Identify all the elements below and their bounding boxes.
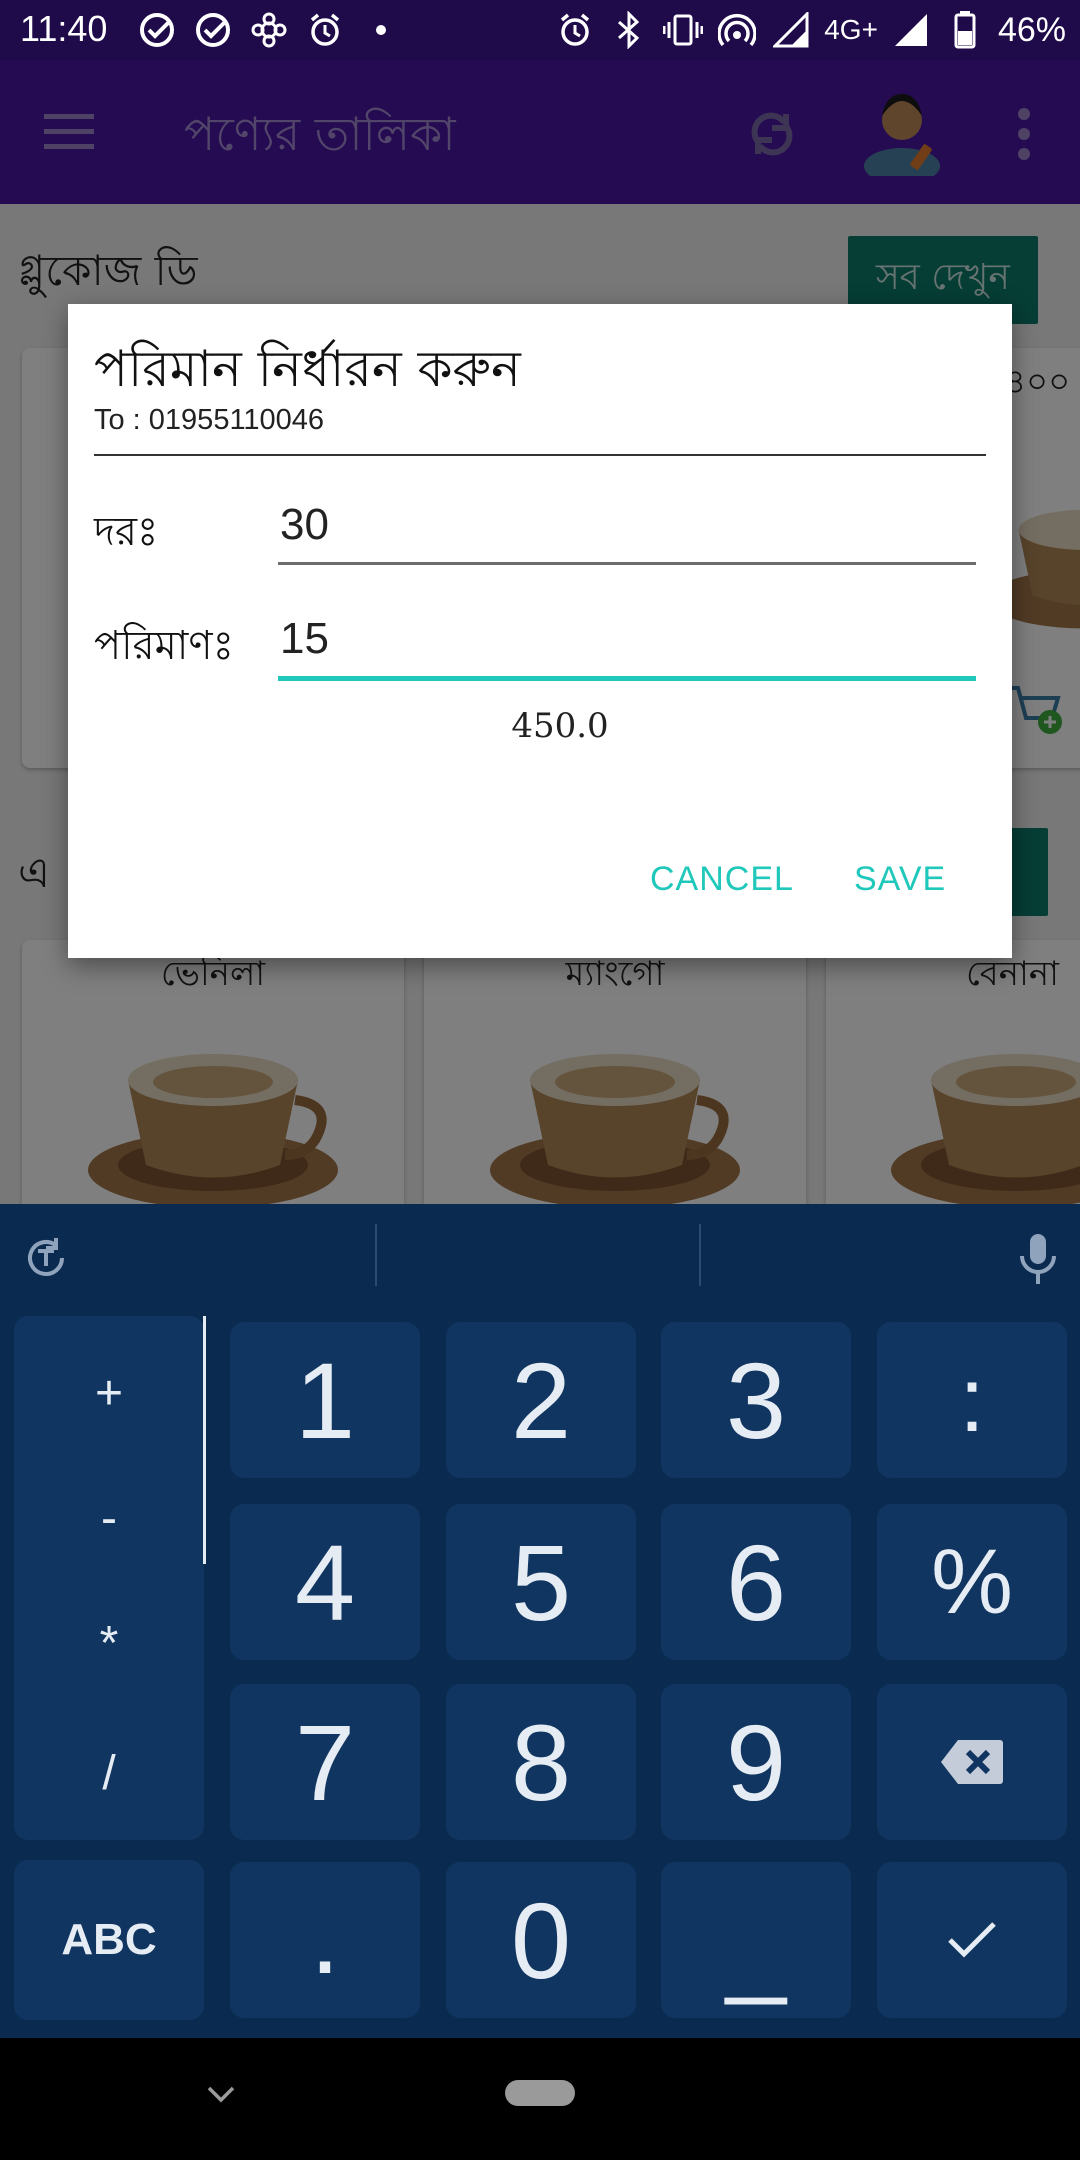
cancel-button[interactable]: CANCEL: [650, 860, 794, 899]
decimal-key[interactable]: .: [230, 1862, 420, 2018]
rate-input[interactable]: [280, 500, 976, 550]
dialog-recipient: To : 01955110046: [94, 404, 325, 436]
abc-key[interactable]: ABC: [14, 1860, 204, 2020]
battery-icon: [944, 9, 986, 51]
minus-key[interactable]: -: [14, 1491, 204, 1546]
chevron-down-icon[interactable]: [206, 2084, 236, 2104]
operator-key-panel: + - * /: [14, 1316, 204, 1840]
colon-key[interactable]: :: [877, 1322, 1067, 1478]
quantity-input-underline: [278, 676, 976, 681]
key-4[interactable]: 4: [230, 1504, 420, 1660]
key-8[interactable]: 8: [446, 1684, 636, 1840]
network-type: 4G+: [824, 14, 878, 45]
status-system-icons: 4G+ 46%: [554, 6, 1066, 54]
toolbar-separator: [699, 1224, 701, 1286]
home-pill[interactable]: [505, 2080, 575, 2106]
alarm-icon: [554, 9, 596, 51]
multiply-key[interactable]: *: [14, 1616, 204, 1671]
microphone-icon[interactable]: [1018, 1232, 1058, 1286]
checkmark-icon: [948, 1922, 996, 1958]
key-9[interactable]: 9: [661, 1684, 851, 1840]
backspace-icon: [941, 1740, 1003, 1784]
key-6[interactable]: 6: [661, 1504, 851, 1660]
toolbar-separator: [375, 1224, 377, 1286]
divider: [94, 454, 986, 456]
status-notification-icons: [136, 6, 402, 54]
bluetooth-icon: [608, 9, 650, 51]
dot-icon: [360, 9, 402, 51]
rate-label: দরঃ: [94, 509, 159, 555]
divide-key[interactable]: /: [14, 1746, 204, 1801]
check-circle-icon: [192, 9, 234, 51]
key-7[interactable]: 7: [230, 1684, 420, 1840]
signal-icon: [770, 9, 812, 51]
numeric-keyboard: + - * / 1 2 3 : 4 5 6 % 7 8 9 ABC . 0 _: [0, 1204, 1080, 2038]
signal-icon: [890, 9, 932, 51]
key-1[interactable]: 1: [230, 1322, 420, 1478]
backspace-key[interactable]: [877, 1684, 1067, 1840]
save-button[interactable]: SAVE: [854, 860, 946, 899]
key-5[interactable]: 5: [446, 1504, 636, 1660]
percent-key[interactable]: %: [877, 1504, 1067, 1660]
done-key[interactable]: [877, 1862, 1067, 2018]
hotspot-icon: [716, 9, 758, 51]
quantity-input[interactable]: [280, 614, 976, 664]
total-amount: 450.0: [511, 706, 609, 746]
plus-key[interactable]: +: [14, 1366, 204, 1421]
navigation-bar: [0, 2038, 1080, 2160]
vibrate-icon: [662, 9, 704, 51]
key-0[interactable]: 0: [446, 1862, 636, 2018]
underscore-key[interactable]: _: [661, 1862, 851, 2018]
quantity-label: পরিমাণঃ: [94, 623, 234, 669]
key-2[interactable]: 2: [446, 1322, 636, 1478]
quantity-dialog: পরিমান নির্ধারন করুন To : 01955110046 দর…: [68, 304, 1012, 958]
battery-percent: 46%: [997, 10, 1066, 49]
dialog-title: পরিমান নির্ধারন করুন: [94, 340, 521, 398]
status-bar: 11:40 4G+ 46%: [0, 0, 1080, 60]
gear-flower-icon: [248, 9, 290, 51]
alarm-icon: [304, 9, 346, 51]
translate-icon[interactable]: [22, 1234, 70, 1282]
key-3[interactable]: 3: [661, 1322, 851, 1478]
text-cursor: [203, 1316, 206, 1564]
rate-input-underline: [278, 562, 976, 565]
keyboard-toolbar: [0, 1204, 1080, 1304]
check-circle-icon: [136, 9, 178, 51]
status-time: 11:40: [20, 8, 108, 49]
